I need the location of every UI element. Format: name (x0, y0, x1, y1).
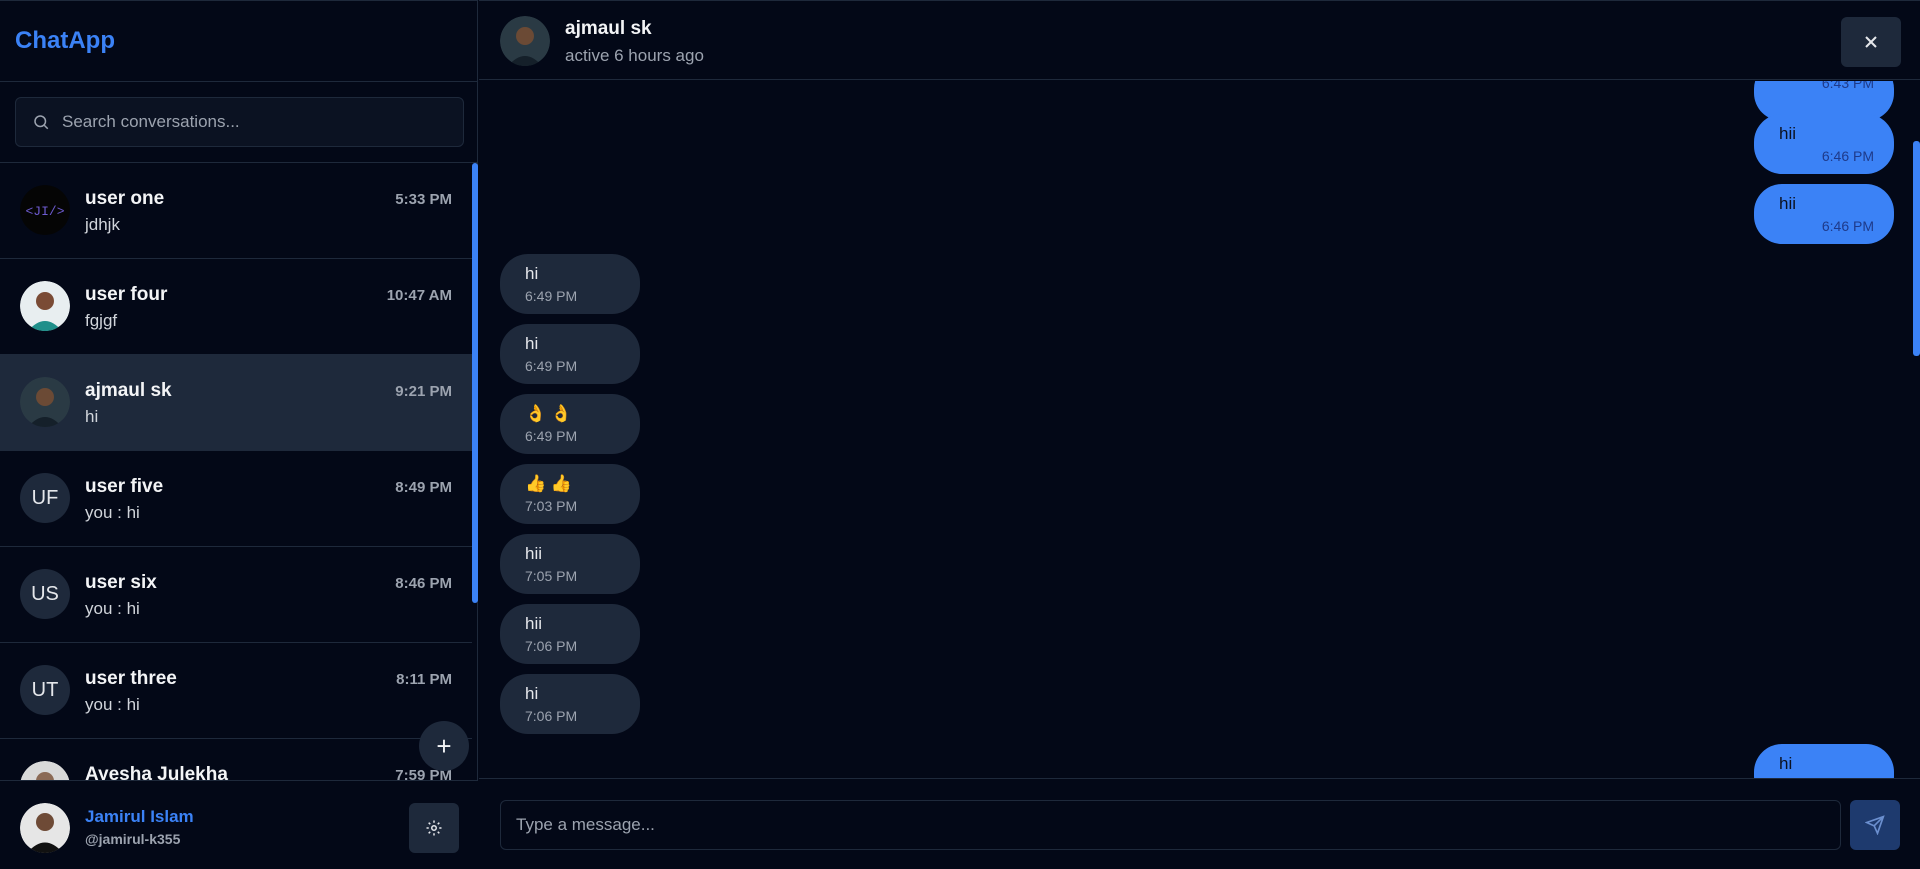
conversation-preview: jdhjk (85, 215, 120, 234)
conversation-item[interactable]: user four fgjgf 10:47 AM (0, 259, 472, 355)
avatar: <JI/> (20, 185, 70, 235)
conversation-item[interactable]: <JI/> user one jdhjk 5:33 PM (0, 163, 472, 259)
conversation-item[interactable]: US user six you : hi 8:46 PM (0, 547, 472, 643)
avatar[interactable] (20, 803, 70, 853)
profile-handle: @jamirul-k355 (85, 831, 181, 847)
message-incoming: hi 6:49 PM (500, 254, 640, 314)
message-incoming: hii 7:05 PM (500, 534, 640, 594)
divider (0, 81, 478, 82)
message-incoming: 👌 👌 6:49 PM (500, 394, 640, 454)
avatar: US (20, 569, 70, 619)
settings-button[interactable] (409, 803, 459, 853)
chat-contact-name: ajmaul sk (565, 18, 652, 39)
message-text: 👌 👌 (525, 404, 573, 423)
conversation-name: user one (85, 188, 165, 209)
message-list-scrollbar[interactable] (1913, 141, 1920, 356)
conversation-time: 10:47 AM (386, 287, 452, 304)
message-text: hii (525, 544, 543, 563)
message-time: 6:46 PM (1821, 148, 1874, 164)
conversation-item-active[interactable]: ajmaul sk hi 9:21 PM (0, 355, 472, 451)
app-brand: ChatApp (15, 27, 115, 54)
message-incoming: hi 6:49 PM (500, 324, 640, 384)
message-time: 6:46 PM (1821, 218, 1874, 234)
conversation-item[interactable]: Ayesha Julekha 7:59 PM (0, 739, 472, 780)
avatar: UT (20, 665, 70, 715)
message-text: hii (1779, 124, 1797, 143)
message-list[interactable]: 6:43 PM hii 6:46 PM hii 6:46 PM hi 6:49 … (479, 81, 1920, 778)
message-composer (479, 778, 1920, 869)
conversation-name: user six (85, 572, 157, 593)
search-box[interactable] (15, 97, 464, 147)
conversation-item[interactable]: UT user three you : hi 8:11 PM (0, 643, 472, 739)
conversation-preview: you : hi (85, 503, 140, 522)
conversation-list[interactable]: <JI/> user one jdhjk 5:33 PM user four f… (0, 163, 472, 780)
send-icon (1865, 815, 1885, 835)
message-time: 7:03 PM (525, 498, 578, 514)
message-time: 7:06 PM (525, 708, 578, 724)
conversation-preview: you : hi (85, 599, 140, 618)
conversation-time: 8:49 PM (395, 479, 452, 496)
message-text: hi (525, 684, 539, 703)
message-text: hi (1779, 754, 1793, 773)
avatar (20, 281, 70, 331)
chat-panel: ajmaul sk active 6 hours ago 6:43 PM hii… (479, 0, 1920, 869)
message-input[interactable] (500, 800, 1841, 850)
search-input[interactable] (62, 112, 442, 132)
avatar (500, 16, 550, 66)
close-chat-button[interactable] (1841, 17, 1901, 67)
conversation-name: Ayesha Julekha (85, 764, 228, 780)
message-incoming: hii 7:06 PM (500, 604, 640, 664)
message-time: 7:05 PM (525, 568, 578, 584)
conversation-preview: you : hi (85, 695, 140, 714)
message-outgoing: hii 6:46 PM (1754, 114, 1894, 174)
chat-contact-status: active 6 hours ago (565, 46, 704, 65)
message-time: 6:49 PM (525, 358, 578, 374)
message-incoming: 👍 👍 7:03 PM (500, 464, 640, 524)
conversation-name: user three (85, 668, 177, 689)
search-icon (34, 115, 49, 130)
close-icon (1865, 36, 1877, 48)
avatar (20, 377, 70, 427)
message-text: 👍 👍 (525, 474, 573, 493)
message-outgoing: hii 6:46 PM (1754, 184, 1894, 244)
conversation-name: user four (85, 284, 168, 305)
user-profile: Jamirul Islam @jamirul-k355 (0, 780, 478, 869)
message-time: 7:06 PM (525, 638, 578, 654)
profile-name: Jamirul Islam (85, 807, 194, 826)
message-time: 6:43 PM (1821, 81, 1874, 91)
conversation-list-scrollbar[interactable] (472, 163, 478, 603)
conversation-time: 9:21 PM (395, 383, 452, 400)
message-time: 6:49 PM (525, 288, 578, 304)
new-chat-button[interactable]: + (419, 721, 469, 771)
conversation-time: 5:33 PM (395, 191, 452, 208)
send-button[interactable] (1850, 800, 1900, 850)
avatar (20, 761, 70, 780)
avatar: UF (20, 473, 70, 523)
message-text: hi (525, 334, 539, 353)
conversation-time: 8:46 PM (395, 575, 452, 592)
chat-app: ChatApp <JI/> user one jdhjk 5:33 PM (0, 0, 1920, 869)
sidebar: ChatApp <JI/> user one jdhjk 5:33 PM (0, 0, 478, 869)
svg-text:<JI/>: <JI/> (25, 204, 64, 219)
conversation-name: ajmaul sk (85, 380, 172, 401)
message-outgoing: hi (1754, 744, 1894, 778)
conversation-name: user five (85, 476, 164, 497)
chat-header: ajmaul sk active 6 hours ago (479, 0, 1920, 80)
conversation-item[interactable]: UF user five you : hi 8:49 PM (0, 451, 472, 547)
message-text: hii (525, 614, 543, 633)
message-time: 6:49 PM (525, 428, 578, 444)
message-incoming: hi 7:06 PM (500, 674, 640, 734)
gear-icon (426, 820, 442, 836)
conversation-time: 8:11 PM (396, 671, 452, 688)
message-text: hi (525, 264, 539, 283)
conversation-preview: fgjgf (85, 311, 118, 330)
conversation-preview: hi (85, 407, 99, 426)
message-text: hii (1779, 194, 1797, 213)
